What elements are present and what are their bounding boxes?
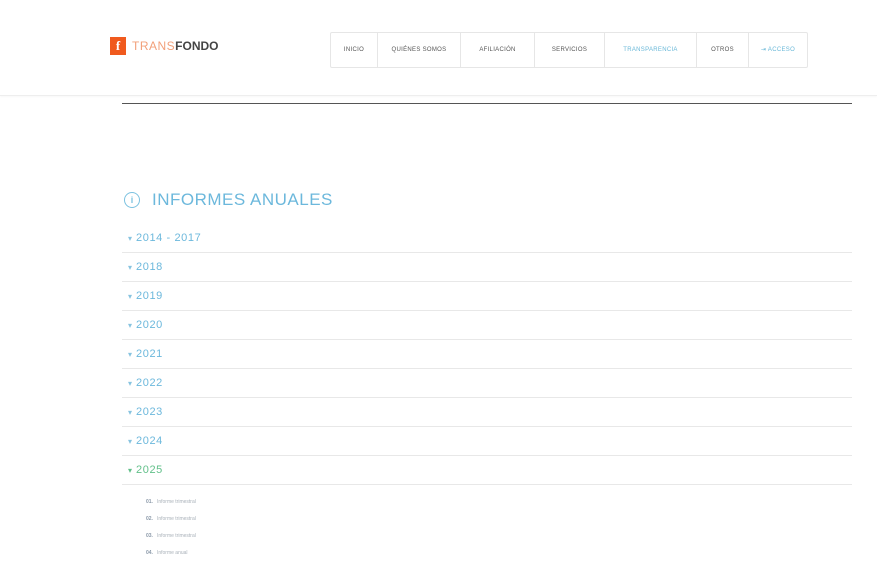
chevron-icon: ▾ — [128, 233, 133, 243]
year-label: 2020 — [136, 319, 163, 331]
report-title: Informe trimestral — [156, 499, 196, 505]
report-number: 03. — [146, 533, 153, 539]
nav-item-afiliacion[interactable]: AFILIACIÓN — [461, 33, 535, 67]
year-label: 2023 — [136, 406, 163, 418]
chevron-icon: ▾ — [128, 291, 133, 301]
year-label: 2021 — [136, 348, 163, 360]
nav-item-transparencia[interactable]: TRANSPARENCIA — [605, 33, 697, 67]
report-link[interactable]: 04. Informe anual — [146, 545, 196, 562]
report-title: Informe anual — [156, 550, 188, 556]
chevron-icon: ▾ — [128, 407, 133, 417]
main-nav: INICIO QUIÉNES SOMOS AFILIACIÓN SERVICIO… — [330, 32, 808, 68]
site-header: f TRANS FONDO INICIO QUIÉNES SOMOS AFILI… — [0, 0, 877, 96]
year-row-2019[interactable]: ▾ 2019 — [122, 282, 852, 311]
year-row-2025[interactable]: ▾ 2025 — [122, 456, 852, 485]
nav-item-servicios[interactable]: SERVICIOS — [535, 33, 605, 67]
report-number: 02. — [146, 516, 153, 522]
section-heading: i INFORMES ANUALES — [124, 190, 333, 210]
report-list-2025: 01. Informe trimestral 02. Informe trime… — [146, 494, 196, 562]
year-label: 2024 — [136, 435, 163, 447]
year-label: 2025 — [136, 464, 163, 476]
nav-item-otros[interactable]: OTROS — [697, 33, 749, 67]
year-row-2014-2017[interactable]: ▾ 2014 - 2017 — [122, 224, 852, 253]
page-title: INFORMES ANUALES — [152, 190, 333, 209]
year-row-2024[interactable]: ▾ 2024 — [122, 427, 852, 456]
chevron-icon: ▾ — [128, 465, 133, 475]
report-title: Informe trimestral — [156, 516, 196, 522]
site-logo[interactable]: f TRANS FONDO — [110, 36, 219, 56]
nav-item-quienes-somos[interactable]: QUIÉNES SOMOS — [378, 33, 461, 67]
year-label: 2014 - 2017 — [136, 232, 202, 244]
content-divider — [122, 103, 852, 104]
nav-item-inicio[interactable]: INICIO — [331, 33, 378, 67]
logo-text-prefix: TRANS — [132, 39, 176, 53]
year-row-2022[interactable]: ▾ 2022 — [122, 369, 852, 398]
logo-text-main: FONDO — [175, 39, 219, 53]
info-icon: i — [124, 192, 140, 208]
page: f TRANS FONDO INICIO QUIÉNES SOMOS AFILI… — [0, 0, 877, 569]
report-link[interactable]: 01. Informe trimestral — [146, 494, 196, 511]
nav-item-acceso[interactable]: ⇥ ACCESO — [749, 33, 807, 67]
year-row-2023[interactable]: ▾ 2023 — [122, 398, 852, 427]
chevron-icon: ▾ — [128, 262, 133, 272]
login-icon: ⇥ — [760, 47, 767, 53]
year-row-2021[interactable]: ▾ 2021 — [122, 340, 852, 369]
year-row-2020[interactable]: ▾ 2020 — [122, 311, 852, 340]
year-label: 2019 — [136, 290, 163, 302]
nav-item-acceso-label: ACCESO — [767, 47, 796, 53]
chevron-icon: ▾ — [128, 436, 133, 446]
chevron-icon: ▾ — [128, 320, 133, 330]
year-accordion: ▾ 2014 - 2017 ▾ 2018 ▾ 2019 ▾ 2020 ▾ 202… — [122, 224, 852, 485]
year-label: 2018 — [136, 261, 163, 273]
report-link[interactable]: 02. Informe trimestral — [146, 511, 196, 528]
report-link[interactable]: 03. Informe trimestral — [146, 528, 196, 545]
year-row-2018[interactable]: ▾ 2018 — [122, 253, 852, 282]
year-label: 2022 — [136, 377, 163, 389]
logo-mark-icon: f — [110, 37, 126, 55]
report-number: 04. — [146, 550, 153, 556]
report-number: 01. — [146, 499, 153, 505]
chevron-icon: ▾ — [128, 349, 133, 359]
report-title: Informe trimestral — [156, 533, 196, 539]
chevron-icon: ▾ — [128, 378, 133, 388]
